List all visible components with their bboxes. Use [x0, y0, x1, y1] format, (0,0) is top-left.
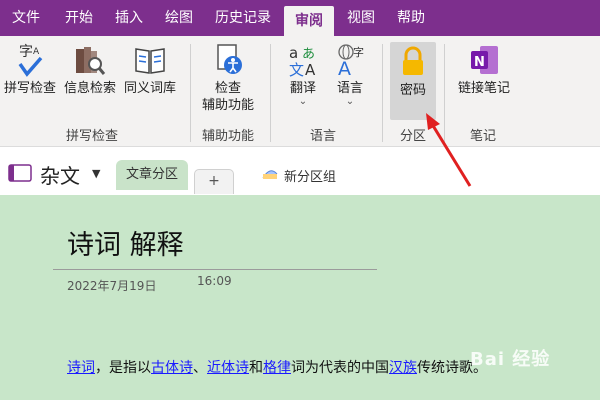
annotation-arrow	[426, 113, 472, 187]
watermark: Bai 经验	[470, 349, 551, 370]
